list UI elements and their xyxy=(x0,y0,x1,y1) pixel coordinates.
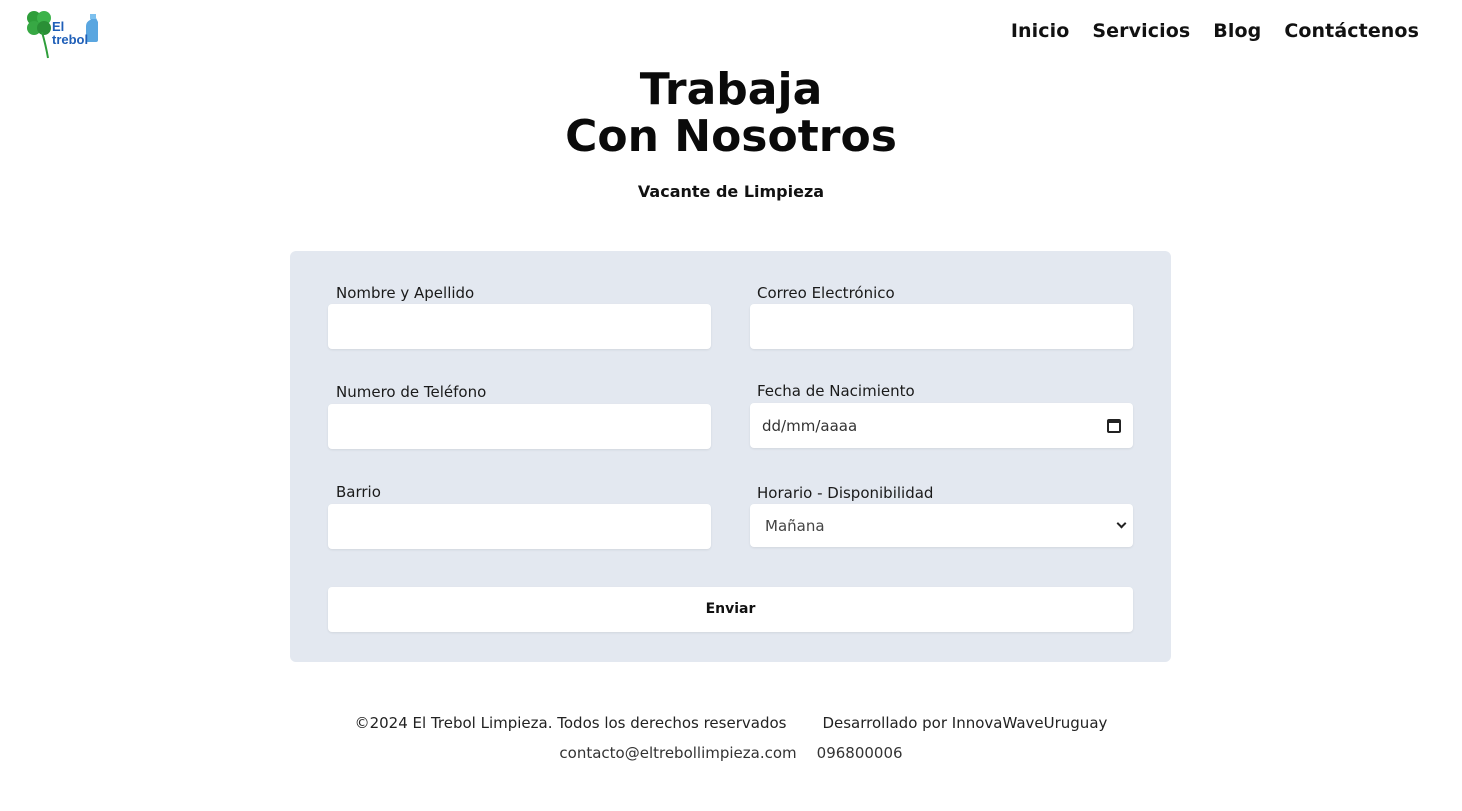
nav-link-blog[interactable]: Blog xyxy=(1213,20,1261,42)
footer-email[interactable]: contacto@eltrebollimpieza.com xyxy=(559,744,796,762)
phone-input[interactable] xyxy=(328,404,711,449)
birthdate-label: Fecha de Nacimiento xyxy=(757,382,915,400)
footer-developer-credit[interactable]: Desarrollado por InnovaWaveUruguay xyxy=(822,714,1107,732)
application-form: Nombre y Apellido Correo Electrónico Num… xyxy=(290,251,1171,662)
birthdate-placeholder: dd/mm/aaaa xyxy=(762,416,858,435)
schedule-label: Horario - Disponibilidad xyxy=(757,484,934,502)
schedule-selected-value: Mañana xyxy=(765,516,825,535)
neighborhood-label: Barrio xyxy=(336,483,381,501)
nav-link-inicio[interactable]: Inicio xyxy=(1011,20,1070,42)
page: El trebol Inicio Servicios Blog Contácte… xyxy=(0,0,1462,811)
email-input[interactable] xyxy=(750,304,1133,349)
footer-row-1: ©2024 El Trebol Limpieza. Todos los dere… xyxy=(0,714,1462,732)
neighborhood-input[interactable] xyxy=(328,504,711,549)
phone-label: Numero de Teléfono xyxy=(336,383,487,401)
footer-phone[interactable]: 096800006 xyxy=(817,744,903,762)
schedule-select[interactable]: Mañana xyxy=(750,504,1133,547)
page-title: Trabaja Con Nosotros xyxy=(0,66,1462,160)
chevron-down-icon xyxy=(1116,518,1127,529)
calendar-icon[interactable] xyxy=(1107,418,1121,433)
page-subtitle: Vacante de Limpieza xyxy=(637,182,825,201)
logo-text: El trebol xyxy=(52,20,88,46)
name-label: Nombre y Apellido xyxy=(336,284,475,302)
page-title-line1: Trabaja xyxy=(639,64,823,115)
footer-copyright: ©2024 El Trebol Limpieza. Todos los dere… xyxy=(354,714,787,732)
email-label: Correo Electrónico xyxy=(757,284,895,302)
name-input[interactable] xyxy=(328,304,711,349)
footer-row-2: contacto@eltrebollimpieza.com 096800006 xyxy=(0,744,1462,762)
submit-button[interactable]: Enviar xyxy=(328,587,1133,632)
main-nav: Inicio Servicios Blog Contáctenos xyxy=(1011,20,1419,42)
logo-text-line2: trebol xyxy=(52,32,89,47)
page-title-line2: Con Nosotros xyxy=(565,111,897,162)
nav-link-contactenos[interactable]: Contáctenos xyxy=(1284,20,1419,42)
nav-link-servicios[interactable]: Servicios xyxy=(1092,20,1190,42)
birthdate-input[interactable]: dd/mm/aaaa xyxy=(750,403,1133,448)
site-logo[interactable]: El trebol xyxy=(22,6,104,60)
